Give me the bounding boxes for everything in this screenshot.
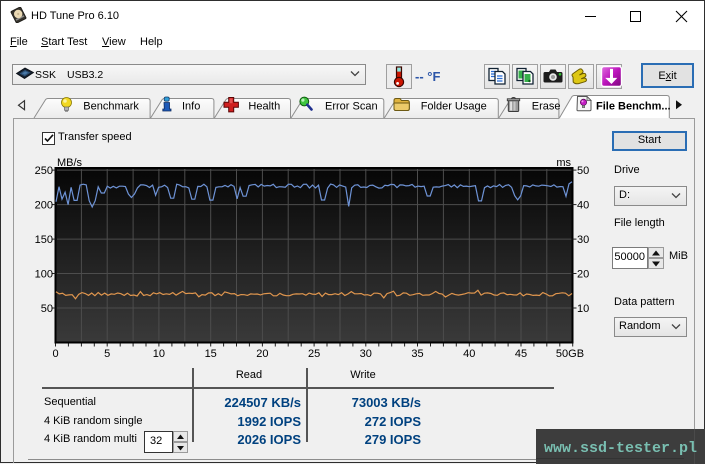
svg-text:30: 30: [577, 234, 589, 246]
svg-text:Erase: Erase: [532, 101, 561, 113]
svg-text:File Benchm...: File Benchm...: [596, 101, 671, 113]
svg-text:ms: ms: [556, 157, 571, 169]
svg-text:Info: Info: [182, 101, 200, 113]
svg-text:10: 10: [577, 303, 589, 315]
svg-text:50: 50: [577, 165, 589, 177]
svg-text:25: 25: [308, 348, 320, 360]
svg-text:150: 150: [35, 234, 53, 246]
svg-text:35: 35: [411, 348, 423, 360]
svg-text:45: 45: [515, 348, 527, 360]
svg-text:10: 10: [153, 348, 165, 360]
svg-text:15: 15: [205, 348, 217, 360]
svg-text:250: 250: [35, 165, 53, 177]
svg-text:0: 0: [52, 348, 58, 360]
svg-text:MB/s: MB/s: [57, 157, 83, 169]
svg-text:20: 20: [256, 348, 268, 360]
svg-text:Health: Health: [248, 101, 280, 113]
svg-text:40: 40: [577, 200, 589, 212]
svg-text:Folder Usage: Folder Usage: [421, 101, 487, 113]
svg-text:100: 100: [35, 269, 53, 281]
svg-text:30: 30: [360, 348, 372, 360]
svg-text:Error Scan: Error Scan: [325, 101, 378, 113]
svg-text:50: 50: [41, 303, 53, 315]
svg-text:Benchmark: Benchmark: [83, 101, 139, 113]
svg-text:40: 40: [463, 348, 475, 360]
svg-text:5: 5: [104, 348, 110, 360]
svg-text:20: 20: [577, 269, 589, 281]
svg-text:50GB: 50GB: [556, 348, 584, 360]
svg-text:200: 200: [35, 200, 53, 212]
